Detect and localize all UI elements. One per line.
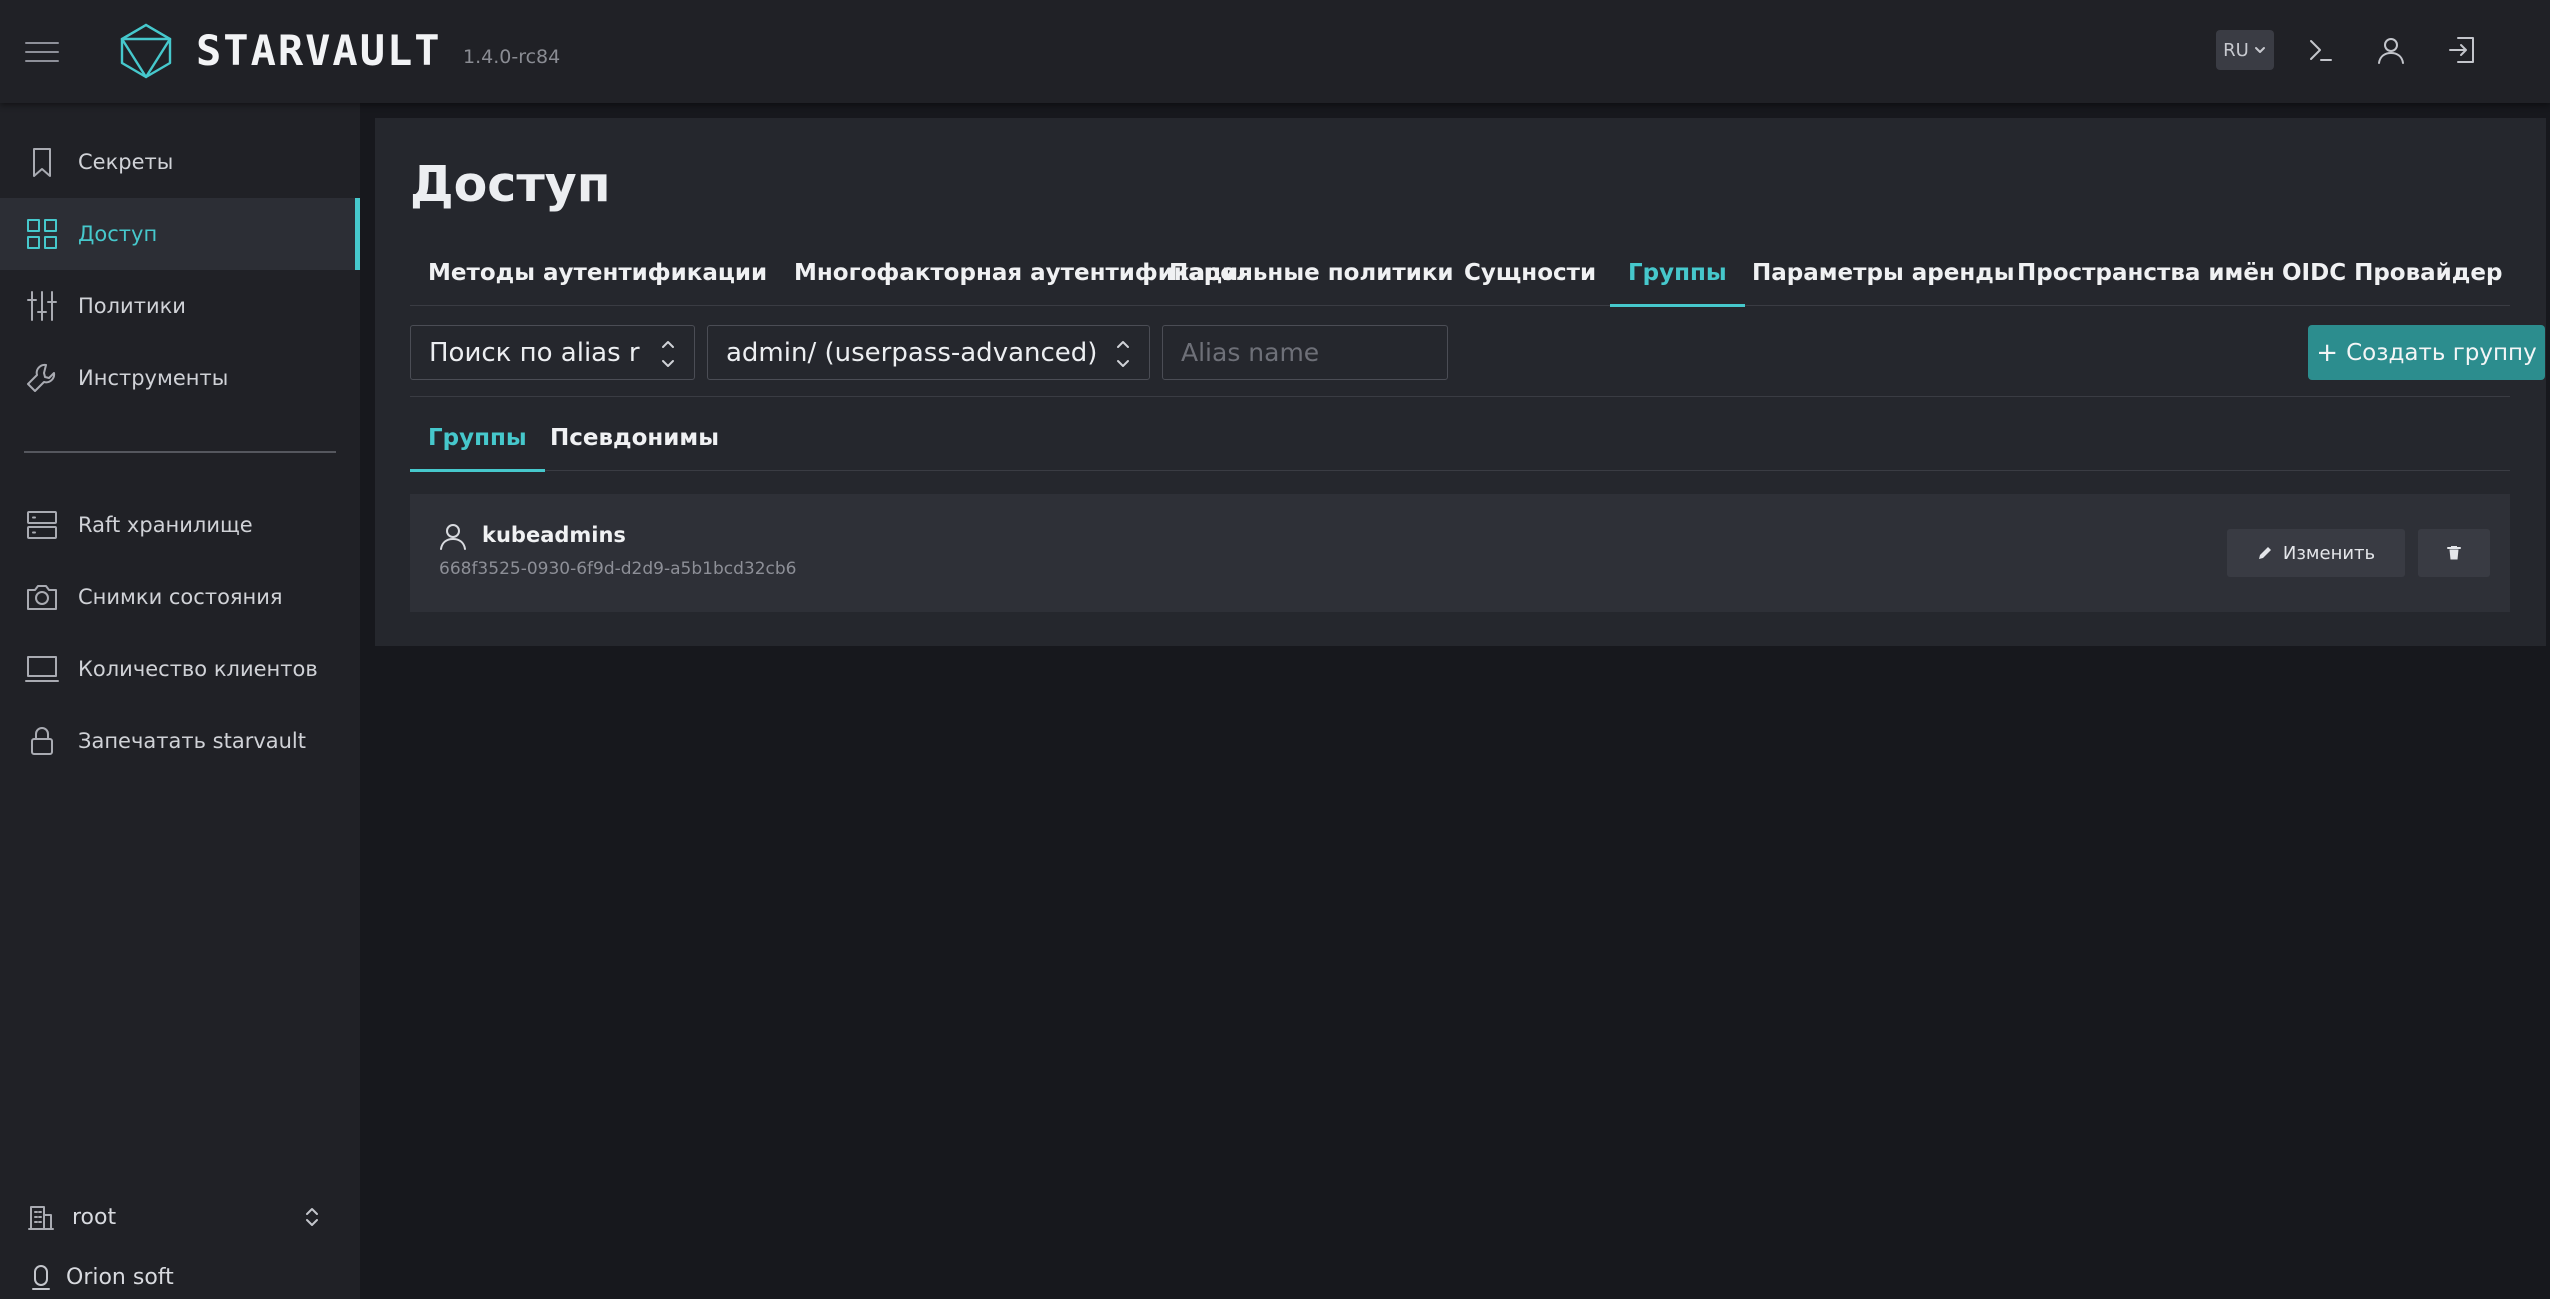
tab-password-policies[interactable]: Парольные политики [1169, 251, 1454, 306]
chevron-updown-icon [300, 1205, 324, 1229]
tab-leases[interactable]: Параметры аренды [1752, 251, 2015, 306]
sidebar: Секреты Доступ Политики Инструменты Raft… [0, 103, 360, 1299]
sidebar-item-label: Количество клиентов [78, 657, 318, 681]
sidebar-item-label: Запечатать starvault [78, 729, 306, 753]
sidebar-item-seal[interactable]: Запечатать starvault [0, 705, 360, 777]
chevron-down-icon [2253, 43, 2267, 57]
sidebar-divider [24, 451, 336, 453]
sidebar-item-policies[interactable]: Политики [0, 270, 360, 342]
wrench-icon [24, 360, 60, 396]
logo-text[interactable]: STARVAULT [196, 26, 442, 76]
language-label: RU [2223, 39, 2249, 61]
grid-icon [24, 216, 60, 252]
tab-groups[interactable]: Группы [1610, 251, 1745, 307]
tab-auth-methods[interactable]: Методы аутентификации [428, 251, 767, 306]
plus-icon: + [2316, 337, 2339, 368]
vendor-logo-icon [28, 1263, 54, 1291]
filter-toolbar: Поиск по alias r admin/ (userpass-advanc… [410, 325, 2545, 380]
user-icon[interactable] [2374, 33, 2408, 67]
user-icon [438, 521, 468, 551]
edit-label: Изменить [2282, 542, 2376, 564]
search-type-select[interactable]: Поиск по alias r [410, 325, 695, 380]
main-panel: Доступ Методы аутентификации Многофактор… [375, 118, 2546, 646]
alias-name-input[interactable] [1162, 325, 1448, 380]
mount-value: admin/ (userpass-advanced) [726, 337, 1098, 368]
language-selector[interactable]: RU [2216, 30, 2274, 70]
sidebar-item-snapshots[interactable]: Снимки состояния [0, 561, 360, 633]
logout-icon[interactable] [2446, 33, 2480, 67]
sidebar-item-label: Инструменты [78, 366, 229, 390]
tab-oidc-provider[interactable]: OIDC Провайдер [2282, 251, 2502, 306]
sidebar-item-raft-storage[interactable]: Raft хранилище [0, 489, 360, 561]
sidebar-item-label: Снимки состояния [78, 585, 283, 609]
logo-icon [118, 22, 174, 80]
menu-icon[interactable] [22, 36, 62, 68]
vendor-name: Orion soft [66, 1265, 174, 1290]
group-name: kubeadmins [482, 523, 626, 547]
group-id: 668f3525-0930-6f9d-d2d9-a5b1bcd32cb6 [439, 559, 797, 579]
sidebar-item-label: Доступ [78, 222, 158, 246]
server-icon [24, 507, 60, 543]
access-tabs: Методы аутентификации Многофакторная аут… [410, 251, 2510, 307]
sidebar-item-label: Секреты [78, 150, 174, 174]
top-header: STARVAULT 1.4.0-rc84 RU [0, 0, 2550, 103]
subtab-groups[interactable]: Группы [410, 416, 545, 472]
select-arrows-icon [1113, 338, 1133, 370]
sidebar-item-access[interactable]: Доступ [0, 198, 360, 270]
bookmark-icon [24, 144, 60, 180]
camera-icon [24, 579, 60, 615]
app-version: 1.4.0-rc84 [463, 46, 561, 68]
subtab-aliases[interactable]: Псевдонимы [550, 416, 719, 471]
select-arrows-icon [658, 338, 678, 370]
vendor-footer: Orion soft [0, 1253, 360, 1299]
sidebar-item-label: Политики [78, 294, 186, 318]
sliders-icon [24, 288, 60, 324]
edit-group-button[interactable]: Изменить [2227, 529, 2405, 577]
groups-subtabs: Группы Псевдонимы [410, 416, 2510, 472]
page-title: Доступ [410, 156, 611, 213]
create-group-label: Создать группу [2346, 339, 2537, 366]
mount-select[interactable]: admin/ (userpass-advanced) [707, 325, 1150, 380]
namespace-label: root [72, 1205, 117, 1230]
namespace-picker[interactable]: root [0, 1193, 360, 1243]
pencil-icon [2257, 545, 2273, 561]
create-group-button[interactable]: + Создать группу [2308, 325, 2545, 380]
trash-icon [2446, 545, 2462, 561]
toolbar-divider [410, 396, 2510, 397]
sidebar-item-tools[interactable]: Инструменты [0, 342, 360, 414]
delete-group-button[interactable] [2418, 529, 2490, 577]
terminal-icon[interactable] [2303, 33, 2337, 67]
search-type-value: Поиск по alias r [429, 337, 640, 368]
laptop-icon [24, 651, 60, 687]
tab-namespaces[interactable]: Пространства имён [2017, 251, 2275, 306]
sidebar-item-label: Raft хранилище [78, 513, 253, 537]
list-item[interactable]: kubeadmins 668f3525-0930-6f9d-d2d9-a5b1b… [410, 494, 2510, 612]
tab-entities[interactable]: Сущности [1464, 251, 1596, 306]
building-icon [27, 1203, 55, 1231]
sidebar-item-secrets[interactable]: Секреты [0, 126, 360, 198]
sidebar-item-client-count[interactable]: Количество клиентов [0, 633, 360, 705]
lock-icon [24, 723, 60, 759]
